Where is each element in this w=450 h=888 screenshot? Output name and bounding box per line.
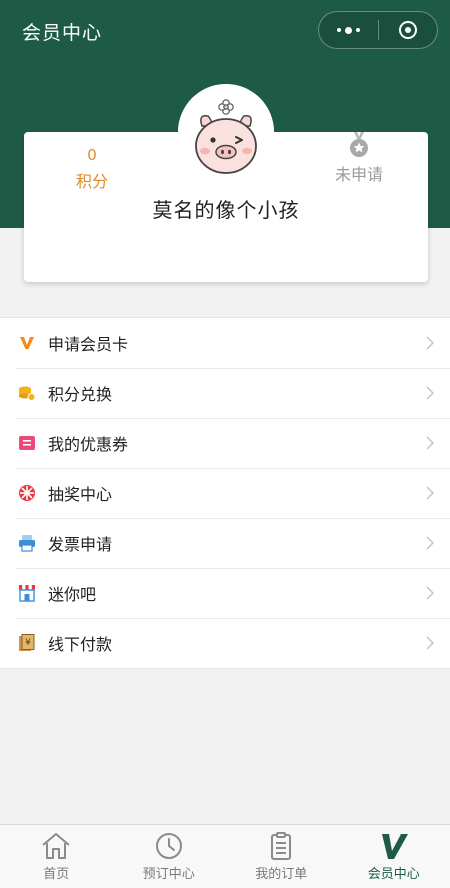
menu-item-invoice[interactable]: 发票申请 [0, 518, 450, 568]
tab-home[interactable]: 首页 [0, 825, 113, 888]
menu-item-label: 线下付款 [48, 635, 113, 654]
tab-member-center[interactable]: 会员中心 [338, 825, 450, 888]
clock-icon [155, 833, 182, 859]
menu-item-points-exchange[interactable]: 积分兑换 [0, 368, 450, 418]
menu-item-label: 迷你吧 [48, 585, 97, 604]
points-value: 0 [87, 146, 97, 164]
lottery-wheel-icon [18, 484, 36, 502]
tab-my-orders[interactable]: 我的订单 [225, 825, 338, 888]
tab-label: 预订中心 [142, 867, 195, 882]
menu-item-label: 发票申请 [48, 535, 113, 554]
coins-icon [18, 384, 36, 402]
menu-item-label: 抽奖中心 [48, 485, 113, 504]
menu-item-label: 我的优惠券 [48, 435, 129, 454]
close-miniprogram-button[interactable] [379, 12, 437, 48]
printer-icon [18, 534, 36, 552]
menu-item-apply-card[interactable]: 申请会员卡 [0, 318, 450, 368]
member-medal[interactable]: 未申请 [324, 132, 394, 185]
menu-item-lottery[interactable]: 抽奖中心 [0, 468, 450, 518]
tab-label: 我的订单 [255, 867, 308, 882]
menu-item-coupons[interactable]: 我的优惠券 [0, 418, 450, 468]
chevron-right-icon [426, 536, 434, 550]
medal-status-label: 未申请 [334, 165, 383, 184]
cash-receipt-icon: ¥ [18, 634, 36, 652]
clipboard-icon [271, 832, 292, 860]
home-icon [42, 833, 70, 859]
v-badge-icon [18, 334, 36, 352]
chevron-right-icon [426, 636, 434, 650]
coupon-icon [18, 434, 36, 452]
menu-item-offline-payment[interactable]: ¥ 线下付款 [0, 618, 450, 668]
points-label: 积分 [75, 172, 108, 191]
svg-text:¥: ¥ [25, 638, 31, 648]
chevron-right-icon [426, 386, 434, 400]
target-icon [399, 21, 417, 39]
medal-icon [350, 132, 368, 157]
chevron-right-icon [426, 336, 434, 350]
page-title: 会员中心 [22, 22, 103, 44]
pig-avatar-icon [178, 84, 274, 180]
chevron-right-icon [426, 486, 434, 500]
member-menu: 申请会员卡 积分兑换 我的优惠券 抽奖中心 发票申请 迷你吧 ¥ 线下付款 [0, 317, 450, 669]
tab-booking[interactable]: 预订中心 [113, 825, 226, 888]
miniprogram-capsule [318, 11, 438, 49]
menu-item-label: 申请会员卡 [48, 335, 129, 354]
points-summary[interactable]: 0 积分 [62, 146, 122, 192]
chevron-right-icon [426, 586, 434, 600]
bottom-tab-bar: 首页 预订中心 我的订单 会员中心 [0, 824, 450, 888]
more-options-button[interactable] [319, 12, 378, 48]
chevron-right-icon [426, 436, 434, 450]
username: 莫名的像个小孩 [152, 198, 300, 222]
v-logo-icon [381, 834, 408, 859]
tab-label: 会员中心 [367, 867, 420, 882]
more-dots-icon [337, 28, 341, 32]
store-icon [18, 584, 36, 602]
avatar[interactable] [178, 84, 274, 180]
tab-label: 首页 [43, 867, 70, 882]
menu-item-minibar[interactable]: 迷你吧 [0, 568, 450, 618]
menu-item-label: 积分兑换 [48, 385, 113, 404]
